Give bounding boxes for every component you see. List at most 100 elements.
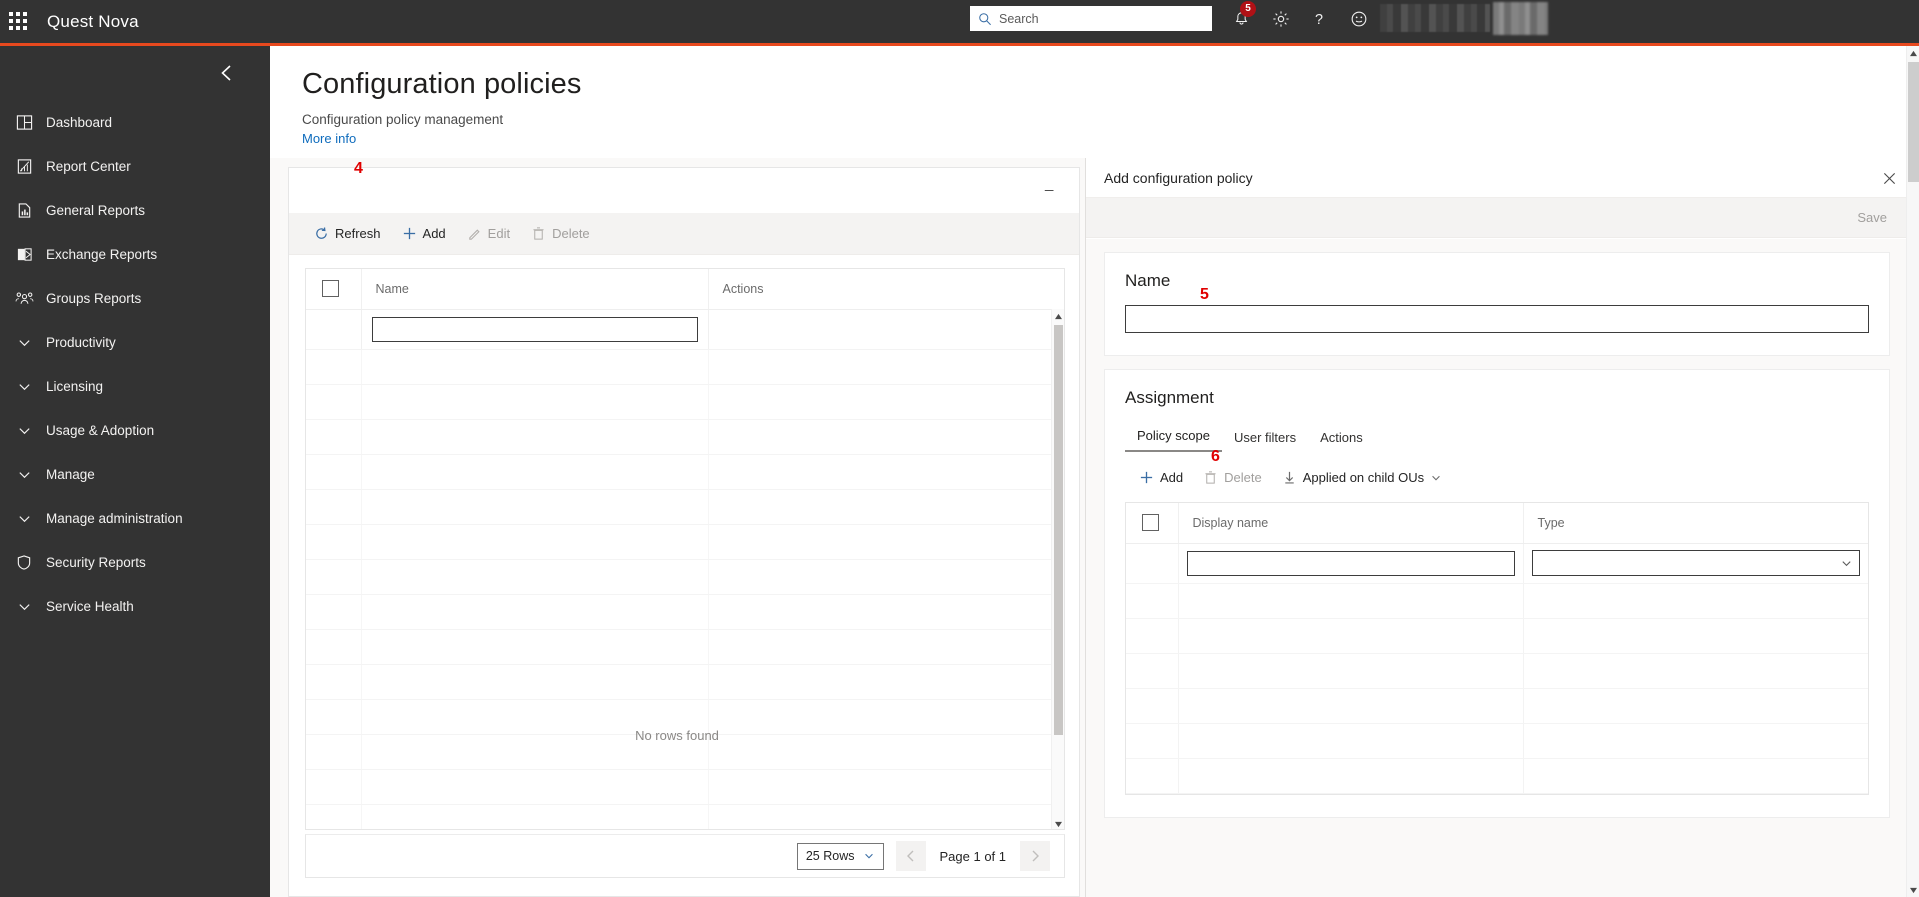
sidebar-item-groups-reports[interactable]: Groups Reports: [0, 276, 270, 320]
settings-button[interactable]: [1268, 6, 1294, 32]
assignment-row: [1126, 758, 1868, 794]
document-chart-icon: [13, 200, 35, 220]
refresh-label: Refresh: [335, 226, 381, 241]
table-row: [306, 524, 1064, 560]
assignment-filter-type-select[interactable]: [1531, 550, 1860, 576]
rows-per-page-select[interactable]: 25 Rows: [796, 842, 884, 870]
filter-row: [306, 309, 1064, 350]
assignment-column-type[interactable]: Type: [1523, 503, 1868, 544]
refresh-button[interactable]: Refresh: [305, 221, 390, 246]
scrollbar-thumb[interactable]: [1908, 62, 1919, 182]
sidebar-item-service-health[interactable]: Service Health: [0, 584, 270, 628]
assignment-row: [1126, 618, 1868, 654]
table-row: [306, 769, 1064, 805]
panel-close-button[interactable]: [1879, 168, 1899, 188]
assignment-column-display-name[interactable]: Display name: [1178, 503, 1524, 544]
assignment-table-wrapper: Display name Type: [1125, 502, 1869, 795]
assignment-section-card: Assignment Policy scope User filters Act…: [1104, 369, 1890, 818]
scroll-up-arrow-icon[interactable]: [1907, 46, 1919, 60]
avatar[interactable]: [1493, 2, 1548, 35]
chevron-down-icon: [1842, 560, 1851, 566]
smiley-face-icon: [1351, 11, 1367, 27]
policy-name-input[interactable]: [1125, 305, 1869, 333]
applied-on-child-ous-button[interactable]: Applied on child OUs: [1274, 465, 1450, 490]
page-vertical-scrollbar[interactable]: [1906, 46, 1919, 897]
assignment-table: Display name Type: [1126, 503, 1868, 794]
waffle-grid-icon[interactable]: [9, 11, 29, 32]
table-row: [306, 559, 1064, 595]
tab-user-filters[interactable]: User filters: [1222, 424, 1308, 452]
help-button[interactable]: ?: [1306, 6, 1332, 32]
assignment-add-button[interactable]: Add: [1131, 465, 1191, 490]
more-info-link[interactable]: More info: [302, 131, 356, 146]
assignment-delete-label: Delete: [1224, 470, 1262, 485]
sidebar-item-label: Groups Reports: [46, 290, 142, 306]
table-row: [306, 419, 1064, 455]
shield-icon: [13, 552, 35, 572]
select-all-checkbox[interactable]: [322, 280, 339, 298]
search-input[interactable]: [999, 11, 1204, 26]
name-section-card: Name: [1104, 252, 1890, 356]
chevron-down-icon: [13, 376, 35, 396]
select-all-header: [306, 269, 362, 310]
minimize-icon[interactable]: _: [1045, 176, 1061, 196]
scroll-up-arrow-icon[interactable]: [1052, 309, 1064, 323]
dashboard-grid-icon: [13, 112, 35, 132]
chevron-down-icon: [13, 508, 35, 528]
scrollbar-thumb[interactable]: [1054, 325, 1063, 735]
assignment-add-label: Add: [1160, 470, 1184, 485]
refresh-icon: [316, 227, 327, 239]
page-title: Configuration policies: [302, 68, 582, 100]
scroll-down-arrow-icon[interactable]: [1052, 817, 1064, 829]
table-vertical-scrollbar[interactable]: [1051, 309, 1064, 829]
sidebar-item-security-reports[interactable]: Security Reports: [0, 540, 270, 584]
next-page-button: [1020, 841, 1050, 871]
report-center-icon: [13, 156, 35, 176]
people-group-icon: [13, 288, 35, 308]
assignment-filter-display-name-input[interactable]: [1186, 550, 1515, 576]
column-header-name[interactable]: Name: [361, 269, 709, 310]
pencil-icon: [468, 229, 480, 240]
scroll-down-arrow-icon[interactable]: [1907, 883, 1919, 897]
add-label: Add: [422, 226, 446, 241]
sidebar-item-licensing[interactable]: Licensing: [0, 364, 270, 408]
sidebar-item-manage-administration[interactable]: Manage administration: [0, 496, 270, 540]
assignment-select-all-header: [1126, 503, 1179, 544]
tab-policy-scope[interactable]: Policy scope: [1125, 422, 1222, 452]
close-x-icon: [1883, 172, 1895, 184]
page-indicator: Page 1 of 1: [939, 848, 1007, 864]
assignment-select-all-checkbox[interactable]: [1142, 514, 1159, 532]
feedback-button[interactable]: [1346, 6, 1372, 32]
table-row: [306, 734, 1064, 770]
sidebar-item-usage-and-adoption[interactable]: Usage & Adoption: [0, 408, 270, 452]
assignment-row: [1126, 688, 1868, 724]
tab-actions[interactable]: Actions: [1308, 424, 1375, 452]
assignment-filter-type-cell: [1523, 543, 1868, 584]
table-row: [306, 349, 1064, 385]
assignment-filter-blank: [1126, 543, 1179, 584]
page-subtitle: Configuration policy management: [302, 112, 504, 127]
applied-on-child-ous-label: Applied on child OUs: [1302, 470, 1425, 485]
sidebar-item-label: General Reports: [46, 202, 146, 218]
edit-label: Edit: [487, 226, 511, 241]
global-search[interactable]: [970, 6, 1212, 31]
sidebar-item-report-center[interactable]: Report Center: [0, 144, 270, 188]
user-name-redacted: [1380, 4, 1490, 32]
sidebar-item-label: Manage administration: [46, 510, 183, 526]
filter-input-name[interactable]: [371, 316, 698, 342]
notification-badge: 5: [1240, 1, 1256, 17]
annotation-marker-4: 4: [354, 160, 363, 177]
table-row: [306, 664, 1064, 700]
sidebar-item-exchange-reports[interactable]: Exchange Reports: [0, 232, 270, 276]
chevron-down-icon: [1432, 475, 1440, 481]
sidebar-item-productivity[interactable]: Productivity: [0, 320, 270, 364]
add-button[interactable]: Add: [393, 221, 455, 246]
column-header-actions[interactable]: Actions: [708, 269, 1064, 310]
grid-footer: 25 Rows Page 1 of 1: [305, 834, 1065, 878]
sidebar-collapse-button[interactable]: [0, 46, 270, 100]
sidebar-item-general-reports[interactable]: General Reports: [0, 188, 270, 232]
sidebar-item-dashboard[interactable]: Dashboard: [0, 100, 270, 144]
download-arrow-icon: [1285, 471, 1294, 484]
assignment-row: [1126, 723, 1868, 759]
sidebar-item-manage[interactable]: Manage: [0, 452, 270, 496]
